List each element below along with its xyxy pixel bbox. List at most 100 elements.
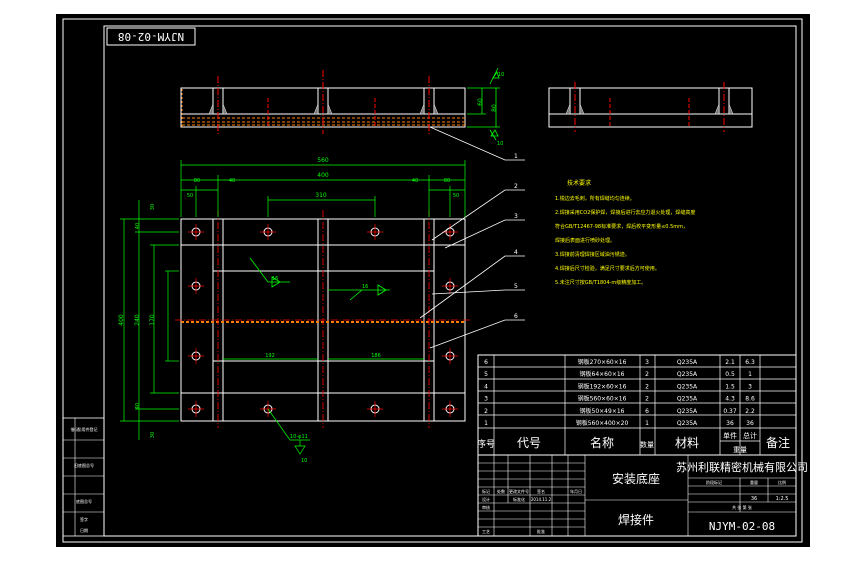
bom-header-weight: 重量 — [733, 446, 747, 454]
leader-number-1: 1 — [514, 153, 518, 160]
cad-viewport[interactable]: NJYM-02-08 60 80 10 10 16 16 560 400 310… — [0, 0, 867, 562]
title-cell-date: 年月日 — [570, 488, 582, 494]
dim-bottom-192: 192 — [265, 353, 275, 359]
title-cell-weight: 重量 — [750, 479, 758, 485]
leader-number-4: 4 — [514, 249, 518, 256]
svg-text:30: 30 — [150, 204, 156, 210]
weight-value: 36 — [751, 496, 757, 502]
bom-header-no: 序号 — [477, 438, 495, 450]
title-cell-craft: 工艺 — [482, 529, 490, 534]
tech-req-line: 3.焊接前清理焊接区域油污锈迹。 — [555, 251, 630, 258]
bom-cell-qty: 6 — [645, 408, 649, 415]
bom-cell-w2: 1 — [748, 371, 752, 378]
bom-cell-w2: 6.3 — [745, 359, 755, 366]
drawing-canvas: NJYM-02-08 60 80 10 10 16 16 560 400 310… — [56, 14, 810, 547]
dim-overall-height: 400 — [118, 314, 125, 326]
title-cell-count: 处数 — [497, 488, 505, 494]
title-cell-approve: 批准 — [537, 528, 545, 534]
bom-cell-mat: Q235A — [677, 359, 698, 366]
tech-req-line: 2.焊接采用CO2保护焊，焊接后进行去应力退火处理，焊缝高度 — [555, 209, 695, 216]
leader-number-6: 6 — [514, 313, 518, 320]
bom-header-note: 备注 — [766, 435, 790, 450]
bom-cell-name: 钢板270×60×16 — [578, 358, 627, 366]
dim-hole-span: 310 — [315, 192, 327, 199]
bom-cell-name: 钢板64×60×16 — [580, 370, 625, 378]
side-cell-2: 旧底图总号 — [74, 462, 94, 468]
svg-text:40: 40 — [135, 403, 141, 409]
tech-req-line: 1.锐边去毛刺，所有焊缝均匀连续。 — [555, 195, 635, 202]
bom-cell-w1: 2.1 — [725, 359, 735, 366]
bom-cell-no: 3 — [484, 396, 488, 403]
bom-cell-no: 2 — [484, 408, 488, 415]
bom-header-qty: 数量 — [640, 440, 654, 449]
bom-header-single: 单件 — [723, 431, 737, 440]
tech-req-line: 4.焊接后尺寸检验，满足尺寸要求后方可使用。 — [555, 265, 660, 272]
bom-cell-name: 钢板560×400×20 — [576, 419, 629, 427]
title-cell-date-value: 2014.11.2 — [531, 497, 552, 502]
bom-cell-qty: 2 — [645, 396, 649, 403]
title-cell-stage: 阶段标记 — [706, 479, 722, 485]
tech-req-line: 焊接后表面进行喷砂处理。 — [555, 237, 615, 244]
bom-cell-qty: 2 — [645, 371, 649, 378]
title-cell-ratio: 比例 — [778, 479, 786, 485]
dim-inner-height: 240 — [134, 314, 141, 326]
bom-cell-qty: 3 — [645, 359, 649, 366]
tech-req-line: 5.未注尺寸按GB/T1804-m级精度加工。 — [555, 279, 646, 286]
bom-cell-mat: Q235A — [677, 420, 698, 427]
dim-overall-width: 560 — [317, 157, 329, 164]
company-name: 苏州利联精密机械有限公司 — [676, 460, 808, 474]
dim-mid-height: 170 — [149, 314, 156, 326]
bom-cell-name: 钢板50×49×16 — [580, 407, 625, 415]
dim-left-offset: 80 — [194, 178, 200, 184]
bom-cell-mat: Q235A — [677, 396, 698, 403]
title-cell-standard: 标准化 — [513, 496, 525, 502]
tech-req-line: 符合GB/T12467-98标准要求，焊后校平变形量≤0.5mm， — [555, 223, 688, 230]
side-cell-5: 日期 — [80, 527, 88, 533]
tech-req-title: 技术要求 — [567, 179, 591, 187]
bom-header-material: 材料 — [675, 436, 699, 450]
bom-cell-w1: 36 — [726, 420, 734, 427]
svg-text:10: 10 — [301, 458, 307, 464]
svg-text:30: 30 — [150, 432, 156, 438]
svg-text:16: 16 — [272, 276, 278, 282]
bom-cell-w2: 36 — [746, 420, 754, 427]
bom-cell-qty: 2 — [645, 383, 649, 390]
bom-cell-name: 钢板560×60×16 — [578, 395, 627, 403]
drawing-number: NJYM-02-08 — [709, 520, 775, 533]
bom-cell-mat: Q235A — [677, 371, 698, 378]
bom-cell-w1: 0.37 — [723, 408, 737, 415]
side-cell-3: 底图总号 — [76, 498, 92, 504]
svg-text:60: 60 — [477, 98, 484, 106]
drawing-number-upside: NJYM-02-08 — [118, 30, 184, 43]
svg-text:40: 40 — [412, 178, 418, 184]
leader-number-2: 2 — [514, 183, 518, 190]
part-title: 安装底座 — [612, 471, 660, 486]
bom-cell-w1: 1.5 — [725, 383, 735, 390]
title-cell-mark: 标记 — [482, 488, 490, 494]
bom-header-name: 名称 — [590, 435, 614, 450]
svg-text:50: 50 — [187, 193, 193, 199]
bom-cell-mat: Q235A — [677, 383, 698, 390]
svg-text:10: 10 — [497, 141, 503, 147]
bom-header-total: 总计 — [743, 431, 757, 440]
title-cell-review: 审核 — [482, 504, 490, 510]
title-cell-sheets: 共 张 第 张 — [732, 504, 752, 510]
bom-cell-no: 1 — [484, 420, 488, 427]
dim-inner-width: 400 — [317, 172, 329, 179]
bom-cell-w2: 8.6 — [745, 396, 755, 403]
svg-text:40: 40 — [229, 178, 235, 184]
bom-cell-no: 4 — [484, 383, 488, 390]
title-cell-sign: 签名 — [537, 488, 545, 494]
scale-value: 1:2.5 — [776, 496, 789, 502]
svg-text:10: 10 — [498, 72, 504, 78]
svg-text:16: 16 — [362, 284, 368, 290]
leader-number-3: 3 — [514, 213, 518, 220]
svg-text:80: 80 — [491, 104, 498, 112]
bom-cell-w1: 4.3 — [725, 396, 735, 403]
leader-number-5: 5 — [514, 283, 518, 290]
title-cell-designer: 设计 — [482, 496, 490, 502]
bom-cell-no: 6 — [484, 359, 488, 366]
bom-cell-name: 钢板192×60×16 — [578, 382, 627, 390]
side-cell-4: 签字 — [80, 516, 88, 522]
title-cell-zone: 更改文件号 — [509, 488, 529, 494]
